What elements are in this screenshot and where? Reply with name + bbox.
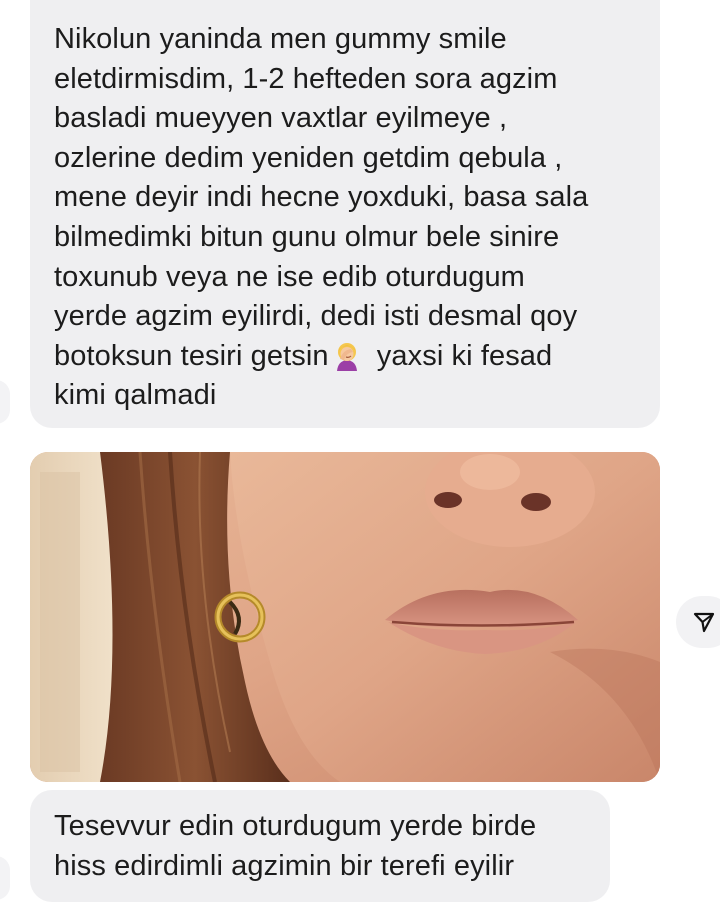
woman-facepalming-emoji-icon [336, 342, 357, 371]
share-button[interactable] [676, 596, 720, 648]
attached-photo[interactable] [30, 452, 660, 782]
message-text: Tesevvur edin oturdugum yerde birde hiss… [54, 810, 537, 882]
face-photo-illustration [30, 452, 660, 782]
scroll-edge-indicator [0, 380, 10, 424]
message-bubble[interactable]: Tesevvur edin oturdugum yerde birde hiss… [30, 790, 610, 902]
scroll-edge-indicator [0, 856, 10, 900]
send-icon [693, 612, 715, 633]
message-bubble[interactable]: Nikolun yaninda men gummy smile eletdirm… [30, 0, 660, 428]
message-text: Nikolun yaninda men gummy smile eletdirm… [54, 23, 589, 372]
